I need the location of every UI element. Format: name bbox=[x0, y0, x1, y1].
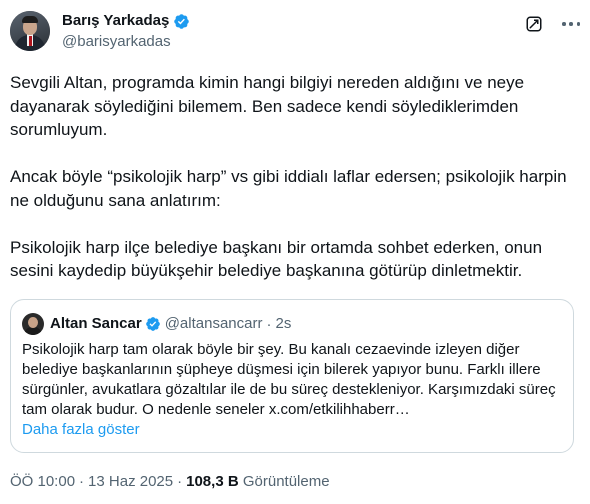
tweet-paragraph-3: Psikolojik harp ilçe belediye başkanı bi… bbox=[10, 237, 543, 281]
grok-icon[interactable] bbox=[525, 15, 543, 33]
quote-author-row: Altan Sancar @altansancarr · 2s bbox=[22, 313, 291, 335]
more-dot bbox=[569, 22, 573, 26]
meta-separator: · bbox=[79, 473, 85, 490]
author-names: Barış Yarkadaş @barisyarkadas bbox=[62, 11, 190, 51]
views-count: 108,3 B bbox=[186, 473, 239, 490]
tweet-date[interactable]: 13 Haz 2025 bbox=[88, 473, 173, 490]
quote-separator: · bbox=[266, 315, 272, 333]
quoted-tweet[interactable]: Altan Sancar @altansancarr · 2s Psikoloj… bbox=[10, 299, 574, 453]
views-label: Görüntüleme bbox=[242, 473, 330, 490]
tweet-meta: ÖÖ 10:00 · 13 Haz 2025 · 108,3 B Görüntüleme bbox=[10, 472, 330, 491]
quote-author-avatar[interactable] bbox=[22, 313, 44, 335]
verified-badge-icon[interactable] bbox=[145, 316, 161, 332]
tweet-paragraph-1: Sevgili Altan, programda kimin hangi bil… bbox=[10, 73, 525, 139]
author-header: Barış Yarkadaş @barisyarkadas bbox=[10, 11, 190, 51]
meta-separator: · bbox=[177, 473, 183, 490]
quote-timestamp[interactable]: 2s bbox=[275, 314, 291, 334]
quote-author-handle[interactable]: @altansancarr bbox=[165, 314, 263, 334]
quote-text: Psikolojik harp tam olarak böyle bir şey… bbox=[22, 341, 556, 418]
tweet-paragraph-2: Ancak böyle “psikolojik harp” vs gibi id… bbox=[10, 167, 567, 210]
show-more-link[interactable]: Daha fazla göster bbox=[22, 420, 140, 440]
author-display-name[interactable]: Barış Yarkadaş bbox=[62, 11, 169, 31]
more-dot bbox=[576, 22, 580, 26]
more-options-icon[interactable] bbox=[562, 17, 580, 31]
quote-author-name[interactable]: Altan Sancar bbox=[50, 314, 142, 334]
tweet-time[interactable]: ÖÖ 10:00 bbox=[10, 473, 75, 490]
author-name-row: Barış Yarkadaş bbox=[62, 11, 190, 31]
verified-badge-icon[interactable] bbox=[173, 13, 190, 30]
author-handle[interactable]: @barisyarkadas bbox=[62, 32, 190, 51]
author-avatar[interactable] bbox=[10, 11, 50, 51]
more-dot bbox=[562, 22, 566, 26]
tweet-text: Sevgili Altan, programda kimin hangi bil… bbox=[10, 71, 580, 283]
